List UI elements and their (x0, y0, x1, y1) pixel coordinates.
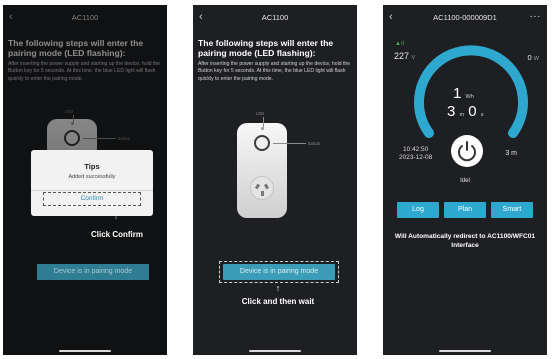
power-icon (458, 141, 476, 162)
device-state: Idel (460, 178, 470, 184)
app-header: ‹ AC1100 (193, 5, 357, 31)
home-indicator (59, 350, 111, 352)
phone-screen-pairing-tips: ‹ AC1100 The following steps will enter … (3, 5, 167, 355)
energy-readout: 1 Wh (453, 85, 474, 102)
duration-readout: 3 m (505, 150, 517, 157)
button-label: Button (308, 141, 321, 146)
page-title: AC1100 (261, 13, 289, 22)
arrow-up-icon: ↑ (275, 283, 281, 293)
redirect-note: Will Automatically redirect to AC1100/WF… (394, 233, 536, 249)
annotation-click-confirm: Click Confirm (90, 230, 143, 239)
phone-screen-pairing: ‹ AC1100 The following steps will enter … (193, 5, 357, 355)
arrow-up-icon: ↑ (113, 211, 119, 221)
phone-screen-device-dashboard: ‹ AC1100-000009D1 ··· ▲ıl 227 V 0 W 1 Wh… (383, 5, 547, 355)
led-label: LED (256, 111, 265, 116)
power-button-icon (254, 135, 270, 151)
tab-plan[interactable]: Plan (444, 202, 486, 218)
dialog-title: Tips (84, 162, 100, 171)
clock-readout: 10:42:50 2023-12-08 (399, 146, 433, 161)
confirm-button[interactable]: Confirm (43, 192, 141, 206)
dialog-divider (31, 190, 153, 191)
instructions-body: After inserting the power supply and sta… (198, 61, 351, 82)
tips-dialog: Tips Added successfully Confirm (31, 150, 153, 216)
pairing-mode-button[interactable]: Device is in pairing mode (223, 264, 335, 280)
home-indicator (439, 350, 491, 352)
time-readout: 3 m 0 s (447, 103, 484, 120)
dialog-message: Added successfully (68, 174, 116, 180)
power-toggle-button[interactable] (451, 135, 483, 167)
led-indicator (261, 127, 264, 130)
annotation-click-wait: Click and then wait (241, 297, 315, 306)
pairing-mode-button[interactable]: Device is in pairing mode (37, 264, 149, 280)
socket-icon (250, 176, 274, 200)
instructions-heading: The following steps will enter the pairi… (198, 38, 334, 58)
home-indicator (249, 350, 301, 352)
tab-log[interactable]: Log (397, 202, 439, 218)
tab-smart[interactable]: Smart (491, 202, 533, 218)
